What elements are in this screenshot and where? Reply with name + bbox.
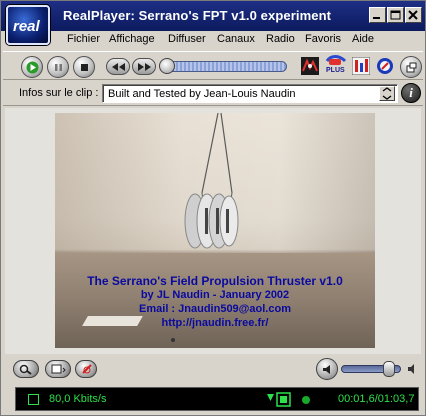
clip-info-label: Infos sur le clip : [19,87,99,99]
connection-icon [267,392,291,407]
menu-canaux[interactable]: Canaux [217,33,255,45]
fast-forward-icon [138,63,151,71]
volume-slider-handle[interactable] [383,361,395,377]
compact-mode-icon [406,62,417,73]
real-plus-icon [325,55,347,65]
video-dot [171,338,175,342]
pause-button[interactable] [47,56,69,78]
speaker-small-icon [408,364,414,374]
thruster-drawing [184,113,239,249]
maximize-icon [390,10,401,20]
scroll-arrows-icon [382,87,392,100]
close-icon [408,10,418,20]
menu-aide[interactable]: Aide [352,33,374,45]
info-button[interactable]: i [401,83,421,103]
play-button[interactable] [21,56,43,78]
video-display[interactable]: The Serrano's Field Propulsion Thruster … [55,113,375,348]
realplayer-window: RealPlayer: Serrano's FPT v1.0 experimen… [0,0,426,416]
transport-toolbar: PLUS [3,51,423,80]
bottom-controls [3,356,423,384]
menu-favoris[interactable]: Favoris [305,33,341,45]
magnifier-icon [19,364,32,375]
rewind-button[interactable] [106,58,130,75]
rewind-icon [112,63,125,71]
title-bar[interactable]: RealPlayer: Serrano's FPT v1.0 experimen… [1,1,425,31]
minimize-button[interactable] [369,7,386,23]
pause-icon [55,64,62,71]
overlay-line-4: http://jnaudin.free.fr/ [161,317,269,329]
help-icon[interactable] [376,57,394,75]
seek-slider-handle[interactable] [159,58,175,74]
close-button[interactable] [405,7,422,23]
clip-info-field[interactable]: Built and Tested by Jean-Louis Naudin [102,84,398,103]
real-logo[interactable]: real [6,5,50,45]
seek-slider[interactable] [163,61,287,72]
overlay-line-1: The Serrano's Field Propulsion Thruster … [87,274,343,288]
zoom-button[interactable] [13,360,39,378]
video-panel: The Serrano's Field Propulsion Thruster … [5,108,421,354]
mute-button[interactable] [316,358,338,380]
menu-diffuser[interactable]: Diffuser [168,33,206,45]
real-logo-text: real [13,18,40,35]
bitrate-readout: 80,0 Kbits/s [49,393,107,405]
screen-icon [51,364,66,374]
fast-forward-button[interactable] [132,58,156,75]
status-square-icon [28,394,39,405]
stop-button[interactable] [73,56,95,78]
record-button[interactable] [75,360,97,378]
time-readout: 00:01,6/01:03,7 [338,393,415,405]
status-led-icon [302,396,310,404]
clip-info-value: Built and Tested by Jean-Louis Naudin [108,88,296,100]
menu-fichier[interactable]: Fichier [67,33,100,45]
clip-info-scroll-button[interactable] [379,86,395,101]
status-bar: 80,0 Kbits/s 00:01,6/01:03,7 [15,387,419,411]
play-icon [26,61,39,74]
visualization-icon[interactable] [301,57,319,75]
plus-label: PLUS [326,67,345,74]
menu-affichage[interactable]: Affichage [109,33,155,45]
overlay-line-2: by JL Naudin - January 2002 [140,289,290,301]
equalizer-icon[interactable] [352,57,370,75]
view-button[interactable] [45,360,71,378]
compact-mode-button[interactable] [400,56,422,78]
menu-radio[interactable]: Radio [266,33,295,45]
clip-info-bar: Infos sur le clip : Built and Tested by … [3,82,423,106]
window-title: RealPlayer: Serrano's FPT v1.0 experimen… [63,8,332,23]
record-icon [82,364,92,374]
real-plus-button[interactable]: PLUS [325,55,347,77]
speaker-icon [323,365,330,374]
minimize-icon [373,17,380,19]
stop-icon [81,64,88,71]
overlay-line-3: Email : Jnaudin509@aol.com [139,303,291,315]
maximize-button[interactable] [387,7,404,23]
